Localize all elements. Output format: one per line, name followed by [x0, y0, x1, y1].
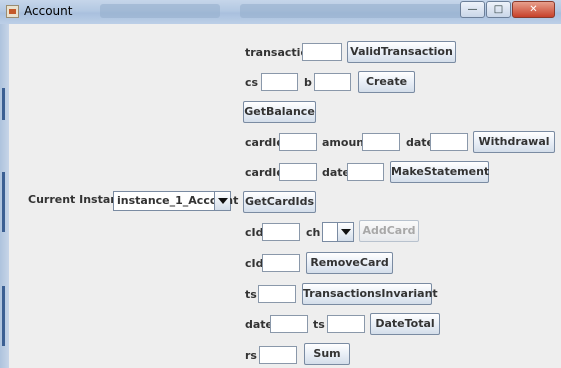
ts-label: ts: [313, 318, 325, 331]
b-label: b: [304, 76, 312, 89]
transactions-invariant-button[interactable]: TransactionsInvariant: [302, 283, 438, 305]
caption-buttons: — □ ✕: [459, 1, 555, 19]
date-label: date: [245, 318, 274, 331]
removecard-cid-field[interactable]: [262, 254, 300, 272]
withdrawal-cardid-field[interactable]: [279, 133, 317, 151]
title-bar[interactable]: Account — □ ✕: [0, 0, 561, 25]
get-card-ids-button[interactable]: GetCardIds: [243, 191, 316, 213]
addcard-cid-field[interactable]: [262, 223, 300, 241]
date-total-button[interactable]: DateTotal: [370, 313, 440, 335]
java-app-icon: [6, 5, 19, 18]
datetotal-date-field[interactable]: [270, 315, 308, 333]
amount-field[interactable]: [362, 133, 400, 151]
invariant-ts-field[interactable]: [258, 285, 296, 303]
rs-field[interactable]: [259, 346, 297, 364]
title-bar-background-blur: [240, 4, 470, 18]
statement-date-field[interactable]: [347, 163, 384, 181]
create-button[interactable]: Create: [358, 71, 415, 93]
border-marker: [2, 172, 5, 232]
close-button[interactable]: ✕: [512, 1, 555, 18]
window-left-border: [0, 24, 9, 368]
rs-label: rs: [245, 349, 257, 362]
withdrawal-button[interactable]: Withdrawal: [473, 131, 555, 153]
valid-transaction-button[interactable]: ValidTransaction: [347, 41, 456, 63]
cs-field[interactable]: [261, 73, 298, 91]
minimize-button[interactable]: —: [460, 1, 485, 18]
ch-select[interactable]: [322, 222, 354, 242]
title-bar-background-blur: [100, 4, 220, 18]
withdrawal-date-field[interactable]: [430, 133, 468, 151]
border-marker: [2, 286, 5, 346]
make-statement-button[interactable]: MakeStatement: [390, 161, 489, 183]
cid-label: cId: [245, 226, 264, 239]
date-label: date: [322, 166, 351, 179]
datetotal-ts-field[interactable]: [327, 315, 365, 333]
cs-label: cs: [245, 76, 259, 89]
maximize-button[interactable]: □: [486, 1, 511, 18]
border-marker: [2, 88, 5, 120]
account-window: Account — □ ✕ Current Instance: instance…: [0, 0, 561, 368]
sum-button[interactable]: Sum: [304, 343, 350, 365]
remove-card-button[interactable]: RemoveCard: [306, 252, 393, 274]
ts-label: ts: [245, 288, 257, 301]
content-panel: Current Instance: instance_1_Account tra…: [9, 24, 561, 368]
ch-label: ch: [306, 226, 321, 239]
instance-select[interactable]: instance_1_Account: [113, 191, 238, 211]
window-title: Account: [24, 4, 73, 18]
add-card-button[interactable]: AddCard: [359, 220, 419, 242]
chevron-down-icon[interactable]: [214, 192, 230, 210]
transaction-field[interactable]: [302, 43, 342, 61]
b-field[interactable]: [314, 73, 351, 91]
get-balance-button[interactable]: GetBalance: [243, 101, 316, 123]
cid-label: cId: [245, 257, 264, 270]
chevron-down-icon[interactable]: [337, 223, 353, 241]
statement-cardid-field[interactable]: [279, 163, 317, 181]
